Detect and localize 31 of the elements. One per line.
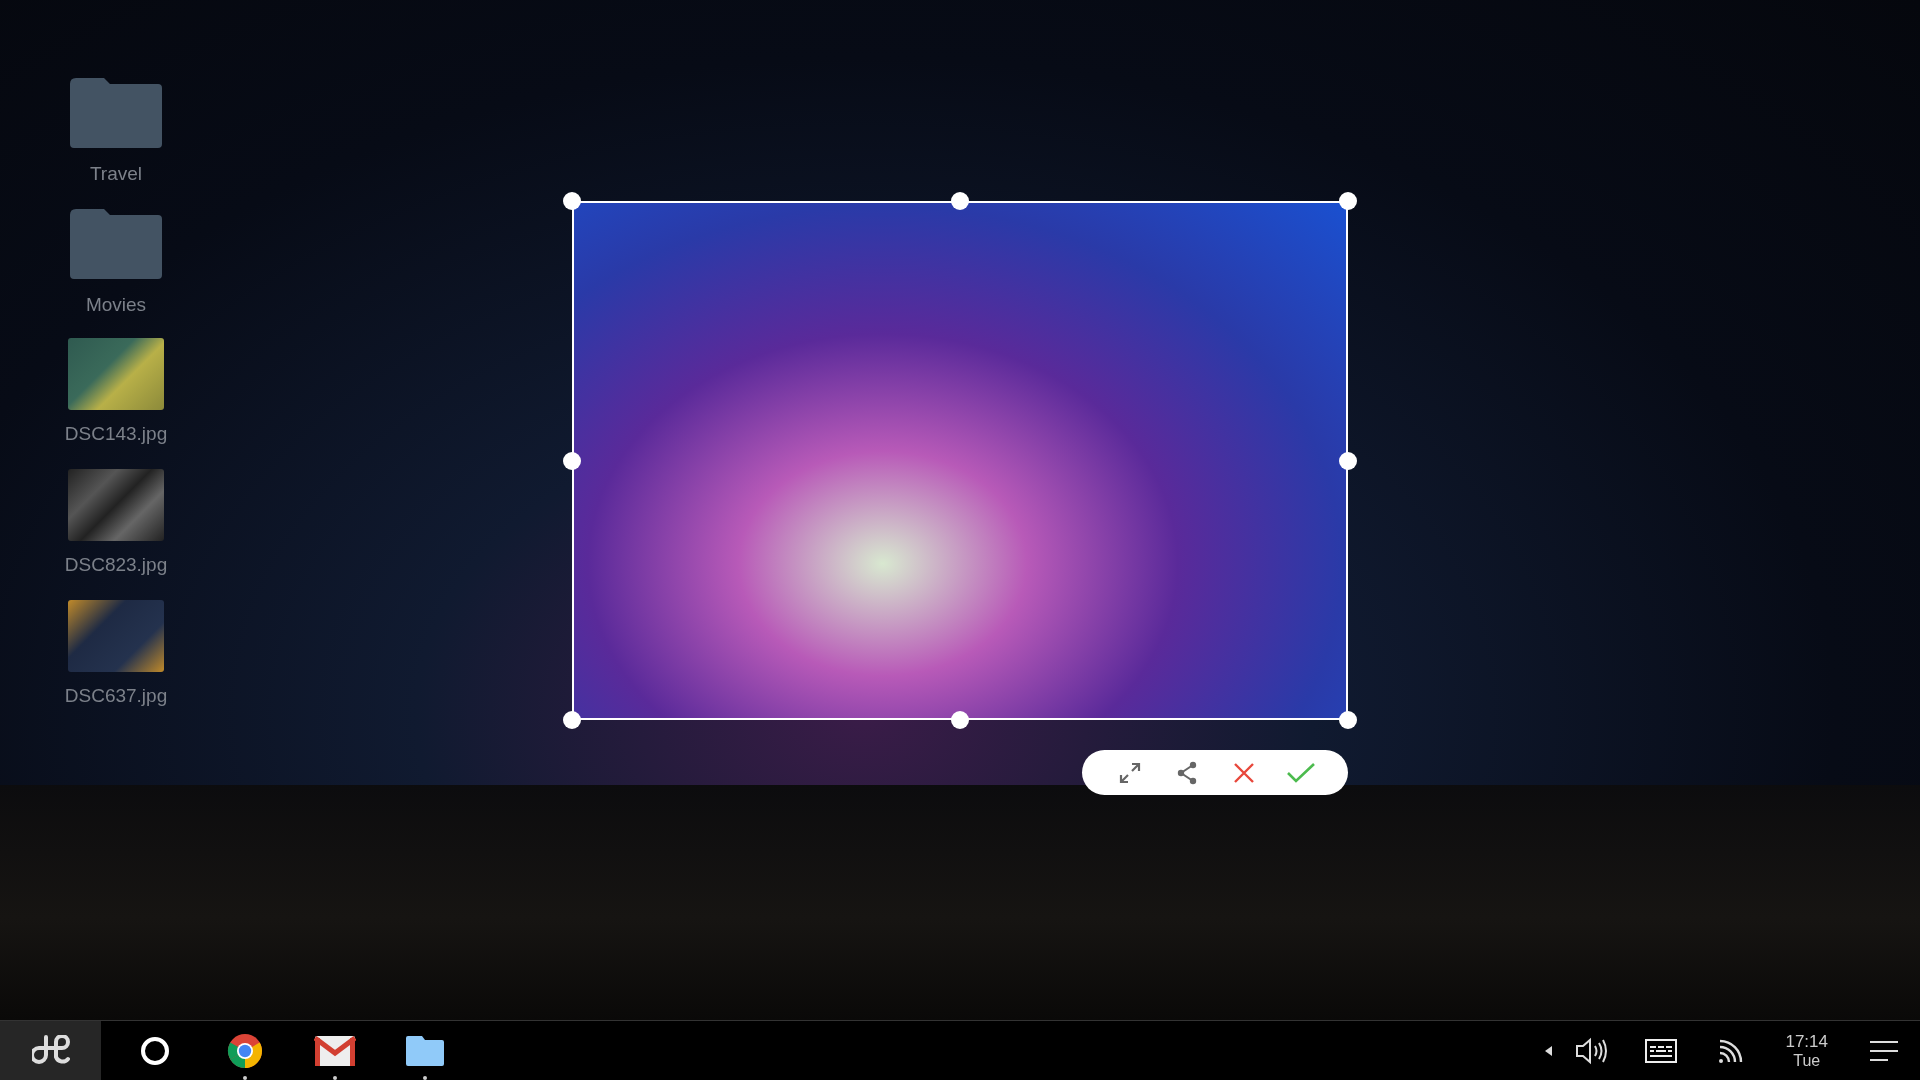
browser-icon[interactable] [227, 1032, 263, 1069]
logo-icon [31, 1034, 70, 1067]
resize-handle[interactable] [951, 711, 969, 729]
photo-thumbnail[interactable] [68, 469, 164, 541]
resize-handle[interactable] [1339, 711, 1357, 729]
resize-handle[interactable] [951, 192, 969, 210]
keyboard-icon[interactable] [1645, 1038, 1678, 1063]
resize-handle[interactable] [1339, 192, 1357, 210]
resize-handle[interactable] [563, 451, 581, 470]
resize-handle[interactable] [563, 192, 581, 210]
file-label: Travel [89, 162, 143, 186]
clock-time[interactable]: 17:14 [1785, 1031, 1828, 1051]
resize-handle[interactable] [563, 711, 581, 729]
clock-day[interactable]: Tue [1793, 1050, 1821, 1070]
close-icon [1233, 762, 1254, 783]
caret-left-icon[interactable] [1545, 1045, 1554, 1056]
file-label: DSC637.jpg [64, 684, 168, 708]
speaker-icon[interactable] [1575, 1036, 1610, 1065]
start-button[interactable] [0, 1021, 101, 1080]
file-label: DSC143.jpg [64, 422, 168, 446]
photo-thumbnail[interactable] [68, 338, 164, 410]
photo-thumbnail[interactable] [68, 600, 164, 672]
file-label: DSC823.jpg [64, 553, 168, 577]
file-label: Movies [85, 293, 147, 317]
selection-frame[interactable] [572, 201, 1348, 720]
checkmark-icon [1286, 762, 1315, 783]
share-icon [1175, 760, 1198, 785]
menu-icon[interactable] [1870, 1039, 1898, 1062]
folder-icon[interactable] [406, 1035, 444, 1066]
expand-icon [1118, 761, 1141, 784]
mail-icon[interactable] [314, 1034, 356, 1067]
